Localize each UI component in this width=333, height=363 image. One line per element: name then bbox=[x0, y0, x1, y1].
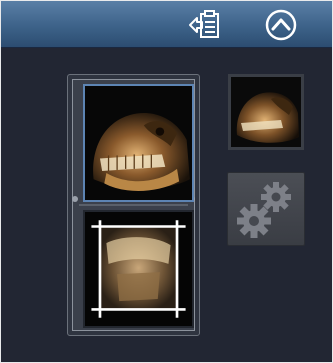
toolbar-header bbox=[1, 1, 332, 48]
3d-preview-button[interactable] bbox=[228, 74, 304, 150]
cropped-volume-image bbox=[85, 212, 192, 326]
3d-skull-preview-icon bbox=[231, 77, 301, 147]
thumbnail-crop-view[interactable] bbox=[83, 210, 194, 328]
collapse-panel-button[interactable] bbox=[263, 8, 299, 42]
panel-handle-left bbox=[72, 196, 78, 202]
3d-skull-render-image bbox=[85, 86, 192, 200]
report-export-button[interactable] bbox=[187, 8, 223, 42]
thumbnail-divider bbox=[79, 204, 188, 206]
settings-button[interactable] bbox=[227, 172, 305, 246]
gears-icon bbox=[237, 182, 291, 238]
report-export-icon bbox=[189, 10, 219, 38]
thumbnail-panel bbox=[67, 74, 200, 336]
collapse-up-icon bbox=[265, 9, 297, 41]
thumbnail-3d-render[interactable] bbox=[83, 84, 194, 202]
thumbnail-panel-inner bbox=[72, 79, 195, 331]
